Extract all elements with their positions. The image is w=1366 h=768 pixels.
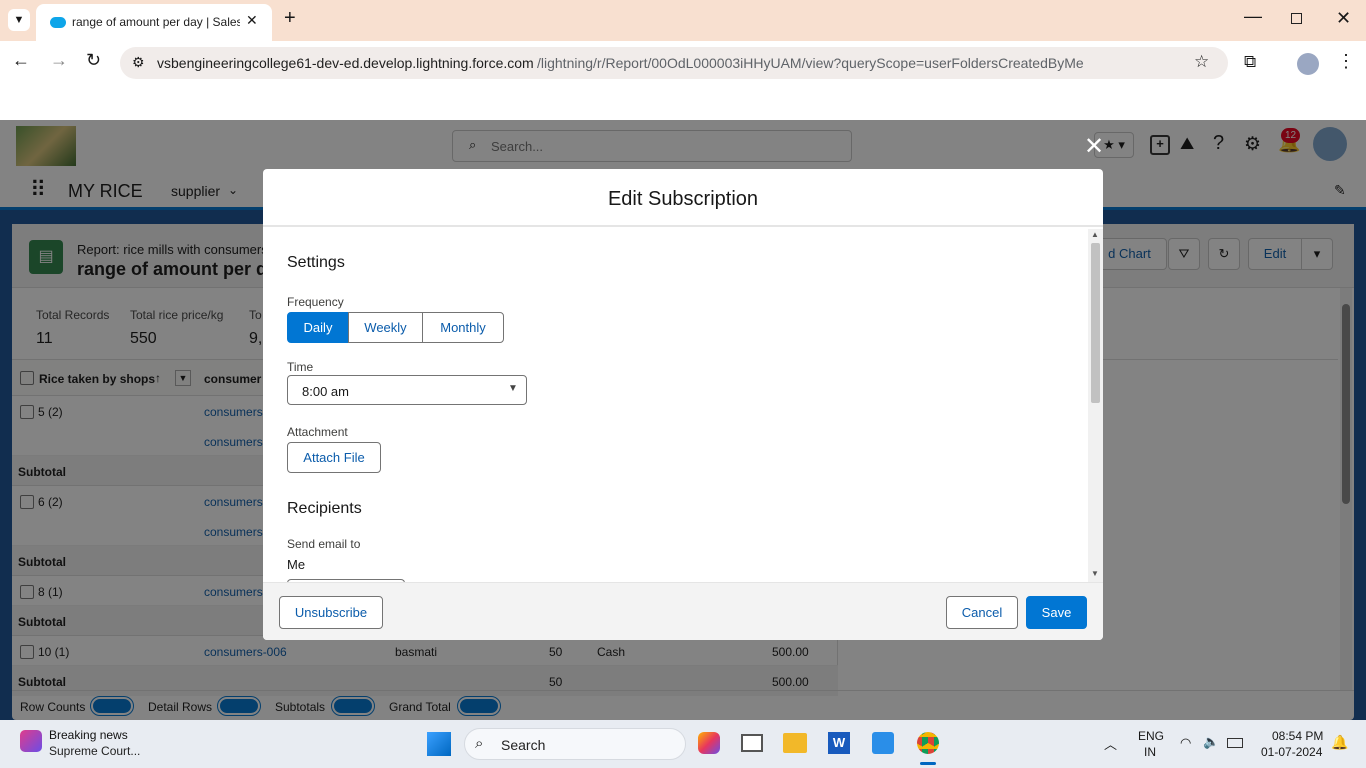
url-path: /lightning/r/Report/00OdL000003iHHyUAM/v… — [537, 55, 1084, 71]
salesforce-cloud-icon — [50, 17, 66, 28]
news-subtitle[interactable]: Supreme Court... — [49, 744, 140, 758]
frequency-monthly-button[interactable]: Monthly — [422, 312, 504, 343]
attachment-label: Attachment — [287, 425, 348, 439]
close-tab-icon[interactable]: ✕ — [246, 12, 258, 29]
task-view-icon[interactable] — [741, 734, 763, 752]
scroll-thumb[interactable] — [1091, 243, 1100, 403]
chrome-icon[interactable] — [917, 732, 939, 754]
frequency-daily-button[interactable]: Daily — [287, 312, 349, 343]
chevron-down-icon: ▼ — [508, 383, 518, 394]
settings-heading: Settings — [287, 254, 345, 271]
tray-chevron-icon[interactable]: ︿ — [1104, 734, 1117, 753]
file-explorer-icon[interactable] — [783, 733, 807, 753]
search-icon: ⌕ — [475, 735, 484, 752]
address-bar[interactable]: ⚙ vsbengineeringcollege61-dev-ed.develop… — [120, 47, 1228, 79]
paint-icon[interactable] — [872, 732, 894, 754]
close-window-icon[interactable]: ✕ — [1336, 8, 1351, 29]
minimize-icon[interactable]: — — [1244, 6, 1262, 27]
modal-footer: Unsubscribe Cancel Save — [263, 582, 1103, 640]
unsubscribe-button[interactable]: Unsubscribe — [279, 596, 383, 629]
battery-icon[interactable] — [1227, 738, 1243, 748]
browser-tab-bar: ▼ range of amount per day | Sales ✕ + — … — [0, 0, 1366, 41]
url-host: vsbengineeringcollege61-dev-ed.develop.l… — [157, 55, 534, 71]
copilot-icon[interactable] — [698, 732, 720, 754]
time-select[interactable]: 8:00 am ▼ — [287, 375, 527, 405]
cancel-button[interactable]: Cancel — [946, 596, 1018, 629]
windows-start-icon[interactable] — [427, 732, 451, 756]
reload-icon[interactable]: ↻ — [86, 50, 101, 71]
attach-file-button[interactable]: Attach File — [287, 442, 381, 473]
scroll-down-icon[interactable]: ▼ — [1091, 569, 1099, 578]
news-title[interactable]: Breaking news — [49, 728, 128, 742]
browser-menu-icon[interactable]: ⋮ — [1337, 51, 1355, 72]
extensions-icon[interactable]: ⧉ — [1244, 52, 1256, 72]
modal-body: Settings Frequency Daily Weekly Monthly … — [263, 227, 1088, 582]
volume-icon[interactable]: 🔈 — [1203, 734, 1219, 750]
clock-date[interactable]: 01-07-2024 — [1261, 745, 1322, 759]
tab-title: range of amount per day | Sales — [72, 15, 240, 29]
language-region[interactable]: IN — [1144, 745, 1156, 759]
time-value: 8:00 am — [302, 384, 349, 399]
modal-title: Edit Subscription — [263, 169, 1103, 227]
site-info-icon[interactable]: ⚙ — [132, 54, 145, 71]
notification-bell-icon[interactable]: 🔔 — [1331, 734, 1348, 751]
send-email-value: Me — [287, 557, 306, 572]
bookmark-star-icon[interactable]: ☆ — [1194, 52, 1209, 72]
windows-taskbar: Breaking news Supreme Court... ⌕ Search … — [0, 720, 1366, 768]
bookmark-bar — [0, 85, 1366, 120]
browser-tab[interactable]: range of amount per day | Sales ✕ — [36, 4, 272, 41]
edit-subscription-modal: Edit Subscription Settings Frequency Dai… — [263, 169, 1103, 640]
recipients-heading: Recipients — [287, 500, 362, 517]
taskbar-search[interactable]: ⌕ Search — [464, 728, 686, 760]
close-modal-icon[interactable]: ✕ — [1084, 132, 1104, 161]
tab-list-chevron-icon[interactable]: ▼ — [8, 9, 30, 31]
clock-time[interactable]: 08:54 PM — [1272, 729, 1323, 743]
time-label: Time — [287, 360, 314, 374]
back-icon[interactable]: ← — [12, 50, 30, 71]
frequency-label: Frequency — [287, 295, 344, 309]
scroll-up-icon[interactable]: ▲ — [1091, 230, 1099, 239]
save-button[interactable]: Save — [1026, 596, 1087, 629]
restore-icon[interactable] — [1291, 13, 1302, 24]
profile-avatar[interactable] — [1297, 53, 1319, 75]
new-tab-icon[interactable]: + — [284, 7, 296, 30]
send-email-label: Send email to — [287, 537, 361, 551]
frequency-weekly-button[interactable]: Weekly — [348, 312, 423, 343]
language-code[interactable]: ENG — [1138, 729, 1164, 743]
chrome-active-indicator — [920, 762, 936, 765]
modal-scrollbar[interactable]: ▲ ▼ — [1088, 229, 1103, 582]
taskbar-search-label: Search — [501, 737, 546, 753]
news-icon[interactable] — [20, 730, 42, 752]
forward-icon[interactable]: → — [50, 50, 68, 71]
word-icon[interactable]: W — [828, 732, 850, 754]
wifi-icon[interactable]: ◠ — [1180, 735, 1191, 751]
